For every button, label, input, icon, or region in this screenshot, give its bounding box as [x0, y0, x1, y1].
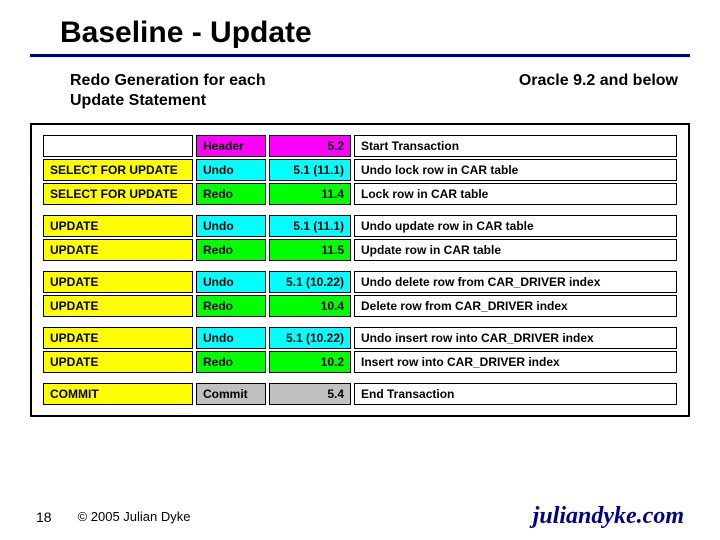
- row-statement: SELECT FOR UPDATE: [43, 183, 193, 205]
- row-statement: UPDATE: [43, 239, 193, 261]
- subtitle-left: Redo Generation for eachUpdate Statement: [70, 71, 266, 111]
- row-value: 5.1 (10.22): [269, 327, 351, 349]
- subtitle-row: Redo Generation for eachUpdate Statement…: [0, 67, 720, 123]
- row-description: Undo insert row into CAR_DRIVER index: [354, 327, 677, 349]
- row-type: Undo: [196, 271, 266, 293]
- slide-title: Baseline - Update: [0, 0, 720, 54]
- row-value: 5.1 (10.22): [269, 271, 351, 293]
- row-description: End Transaction: [354, 383, 677, 405]
- row-type: Redo: [196, 183, 266, 205]
- row-value: 5.1 (11.1): [269, 159, 351, 181]
- row-description: Update row in CAR table: [354, 239, 677, 261]
- subtitle-right: Oracle 9.2 and below: [519, 71, 678, 111]
- row-statement: UPDATE: [43, 215, 193, 237]
- row-type: Redo: [196, 239, 266, 261]
- row-value: 5.4: [269, 383, 351, 405]
- copyright: © 2005 Julian Dyke: [78, 509, 191, 524]
- row-statement: UPDATE: [43, 351, 193, 373]
- row-type: Undo: [196, 215, 266, 237]
- row-statement: UPDATE: [43, 271, 193, 293]
- row-type: Commit: [196, 383, 266, 405]
- page-number: 18: [36, 509, 52, 525]
- row-statement: SELECT FOR UPDATE: [43, 159, 193, 181]
- domain-text: juliandyke.com: [533, 503, 684, 530]
- row-type: Redo: [196, 351, 266, 373]
- row-description: Lock row in CAR table: [354, 183, 677, 205]
- row-description: Delete row from CAR_DRIVER index: [354, 295, 677, 317]
- row-type: Undo: [196, 159, 266, 181]
- row-type: Redo: [196, 295, 266, 317]
- redo-table: Header5.2Start Transaction SELECT FOR UPD…: [40, 133, 680, 407]
- row-statement: [43, 135, 193, 157]
- row-description: Insert row into CAR_DRIVER index: [354, 351, 677, 373]
- row-value: 10.4: [269, 295, 351, 317]
- row-statement: UPDATE: [43, 295, 193, 317]
- footer: 18 © 2005 Julian Dyke juliandyke.com: [0, 503, 720, 530]
- row-type: Undo: [196, 327, 266, 349]
- row-statement: UPDATE: [43, 327, 193, 349]
- row-value: 11.5: [269, 239, 351, 261]
- row-value: 5.2: [269, 135, 351, 157]
- row-value: 10.2: [269, 351, 351, 373]
- row-description: Undo update row in CAR table: [354, 215, 677, 237]
- row-value: 5.1 (11.1): [269, 215, 351, 237]
- row-statement: COMMIT: [43, 383, 193, 405]
- row-value: 11.4: [269, 183, 351, 205]
- row-description: Undo delete row from CAR_DRIVER index: [354, 271, 677, 293]
- row-description: Undo lock row in CAR table: [354, 159, 677, 181]
- row-type: Header: [196, 135, 266, 157]
- row-description: Start Transaction: [354, 135, 677, 157]
- title-underline: [30, 54, 690, 57]
- table-container: Header5.2Start Transaction SELECT FOR UPD…: [30, 123, 690, 417]
